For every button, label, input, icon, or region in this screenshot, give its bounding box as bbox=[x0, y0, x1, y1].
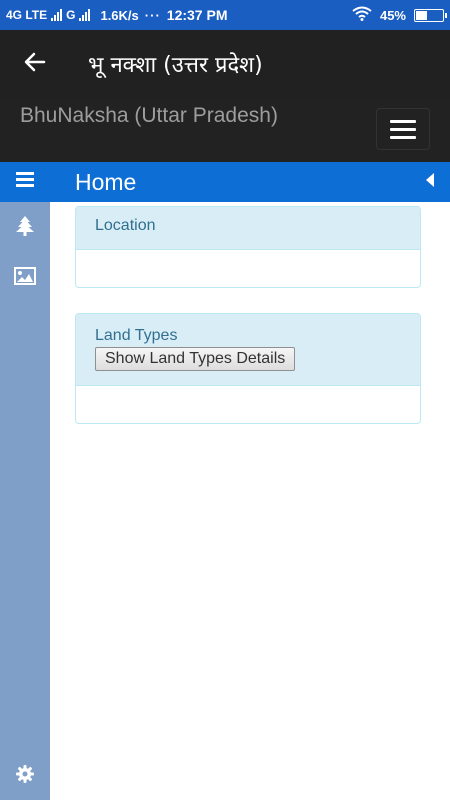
sidebar-item-image[interactable] bbox=[0, 258, 50, 298]
location-panel: Location bbox=[75, 206, 421, 288]
home-bar: Home bbox=[0, 162, 450, 202]
collapse-button[interactable] bbox=[410, 162, 450, 202]
back-button[interactable] bbox=[0, 30, 70, 98]
battery-percent: 45% bbox=[379, 7, 406, 23]
caret-left-icon bbox=[426, 172, 434, 192]
location-panel-header: Location bbox=[76, 207, 420, 250]
tree-icon bbox=[16, 215, 34, 241]
clock: 12:37 PM bbox=[166, 7, 228, 23]
image-icon bbox=[14, 266, 36, 290]
sidebar-item-tree[interactable] bbox=[0, 208, 50, 248]
data-speed: 1.6K/s bbox=[100, 7, 139, 23]
location-panel-title: Location bbox=[95, 217, 156, 234]
show-land-types-details-button[interactable]: Show Land Types Details bbox=[95, 347, 296, 371]
status-right: 45% bbox=[352, 6, 447, 24]
hamburger-icon-line bbox=[390, 119, 416, 123]
nav-toggle-button[interactable] bbox=[376, 108, 430, 150]
hamburger-icon bbox=[16, 172, 34, 192]
land-types-panel-title: Land Types bbox=[95, 327, 178, 344]
site-brand[interactable]: BhuNaksha (Uttar Pradesh) bbox=[20, 104, 278, 128]
network-type-label: 4G LTE bbox=[6, 8, 48, 22]
gear-icon bbox=[16, 764, 34, 788]
wifi-icon bbox=[352, 6, 372, 24]
land-types-panel: Land Types Show Land Types Details bbox=[75, 313, 421, 424]
hamburger-icon-line bbox=[390, 127, 416, 131]
more-notifications-icon: ··· bbox=[144, 7, 161, 23]
status-bar: 4G LTE G 1.6K/s ··· 12:37 PM 45% bbox=[0, 0, 450, 30]
battery-icon bbox=[414, 8, 447, 22]
page-title: Home bbox=[75, 168, 137, 195]
network-type-label-2: G bbox=[66, 8, 76, 22]
sidebar-menu-button[interactable] bbox=[0, 162, 50, 202]
land-types-panel-header: Land Types Show Land Types Details bbox=[76, 314, 420, 386]
arrow-left-icon bbox=[24, 52, 46, 77]
sidebar-item-settings[interactable] bbox=[0, 756, 50, 796]
site-header: BhuNaksha (Uttar Pradesh) bbox=[0, 98, 450, 162]
app-toolbar: भू नक्शा (उत्तर प्रदेश) bbox=[0, 30, 450, 98]
app-title: भू नक्शा (उत्तर प्रदेश) bbox=[88, 53, 263, 78]
signal-icon-2 bbox=[79, 9, 91, 21]
hamburger-icon-line bbox=[390, 135, 416, 139]
signal-icon bbox=[51, 9, 63, 21]
status-left: 4G LTE G 1.6K/s ··· 12:37 PM bbox=[6, 7, 227, 23]
sidebar bbox=[0, 202, 50, 800]
